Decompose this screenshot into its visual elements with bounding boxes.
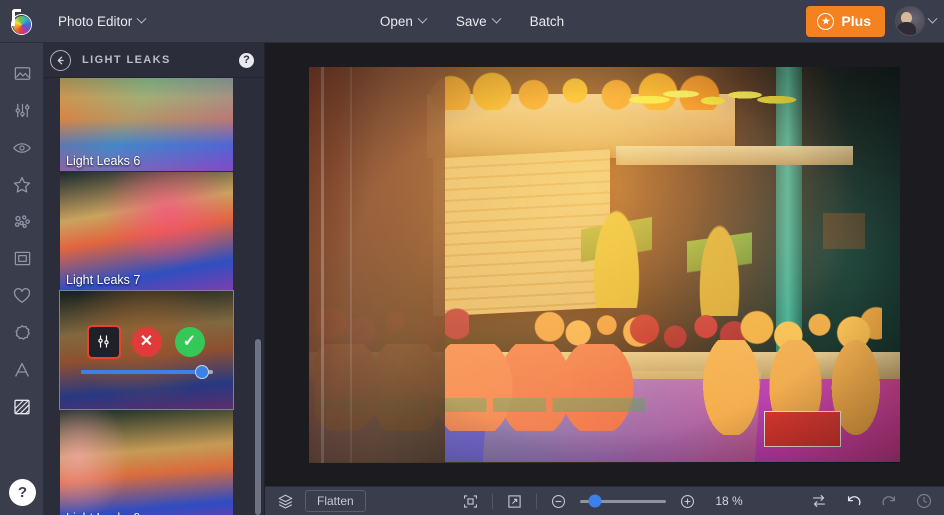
help-button[interactable]: ?: [9, 479, 36, 506]
cancel-effect-button[interactable]: ✕: [131, 326, 162, 357]
sidebar-item-image[interactable]: [0, 55, 44, 92]
star-glyph: ★: [821, 15, 830, 26]
effects-panel: LIGHT LEAKS ? Light Leaks 6 Light Leaks …: [44, 43, 265, 515]
zoom-in-button[interactable]: [677, 491, 698, 512]
plus-label: Plus: [841, 13, 871, 29]
undo-icon[interactable]: [843, 491, 864, 512]
effect-settings-button[interactable]: [86, 324, 121, 359]
thumbnail-preview: [60, 78, 233, 171]
effect-control-row: ✕ ✓: [86, 324, 205, 359]
sidebar-item-frames[interactable]: [0, 240, 44, 277]
zoom-slider[interactable]: [580, 494, 666, 508]
check-icon: ✓: [182, 332, 197, 350]
thumbnail-preview: [60, 410, 233, 515]
panel-scrollbar-track[interactable]: [255, 86, 261, 515]
thumbnail-scroll-area: Light Leaks 6 Light Leaks 7 ✕ ✓: [44, 78, 264, 515]
expand-icon[interactable]: [504, 491, 525, 512]
close-icon: ✕: [139, 332, 154, 350]
flatten-label: Flatten: [317, 494, 354, 508]
canvas-area[interactable]: [265, 43, 944, 486]
photo-vignette: [309, 66, 900, 463]
effect-amount-slider[interactable]: [80, 364, 213, 379]
thumbnail-list: Light Leaks 6 Light Leaks 7 ✕ ✓: [44, 78, 264, 515]
chevron-down-icon: [491, 13, 502, 24]
sidebar-item-textures[interactable]: [0, 388, 44, 425]
sidebar-item-text[interactable]: [0, 351, 44, 388]
top-header-bar: Photo Editor Open Save Batch ★ Plus: [0, 0, 944, 43]
zoom-level-label: 18 %: [715, 494, 743, 508]
panel-help-glyph: ?: [243, 54, 250, 66]
open-label: Open: [379, 13, 413, 29]
effect-amount-knob[interactable]: [194, 364, 209, 379]
app-switcher-label: Photo Editor: [58, 13, 133, 29]
sidebar-item-artsy[interactable]: [0, 203, 44, 240]
account-menu[interactable]: [895, 6, 938, 36]
rail-item-list: [0, 43, 43, 425]
logo-b-hook: [11, 8, 21, 26]
zoom-out-button[interactable]: [548, 491, 569, 512]
plus-upgrade-button[interactable]: ★ Plus: [806, 5, 885, 37]
back-arrow-icon[interactable]: [50, 49, 71, 71]
layers-icon[interactable]: [275, 491, 296, 512]
star-icon: ★: [817, 12, 835, 30]
list-item[interactable]: Light Leaks 7: [60, 172, 233, 290]
compare-icon[interactable]: [808, 491, 829, 512]
befunky-logo[interactable]: [0, 0, 44, 43]
history-clock-icon[interactable]: [913, 491, 934, 512]
toolbar-divider: [492, 493, 493, 509]
effect-controls-overlay: ✕ ✓: [60, 291, 233, 409]
sidebar-item-touchup[interactable]: [0, 129, 44, 166]
panel-header: LIGHT LEAKS ?: [44, 43, 264, 78]
help-glyph: ?: [17, 484, 28, 501]
avatar: [895, 6, 925, 36]
edited-photo[interactable]: [309, 66, 900, 463]
list-item-selected[interactable]: ✕ ✓: [59, 290, 234, 410]
fit-to-screen-icon[interactable]: [460, 491, 481, 512]
batch-button[interactable]: Batch: [517, 8, 578, 35]
thumbnail-preview: [60, 172, 233, 290]
list-item[interactable]: Light Leaks 6: [60, 78, 233, 171]
bottom-left-group: Flatten: [275, 490, 366, 512]
bottom-right-group: [808, 491, 934, 512]
photo-editor-app: Photo Editor Open Save Batch ★ Plus ? LI…: [0, 0, 944, 515]
save-label: Save: [455, 13, 487, 29]
chevron-down-icon: [136, 13, 147, 24]
batch-label: Batch: [529, 13, 565, 29]
sidebar-item-overlays[interactable]: [0, 277, 44, 314]
zoom-slider-knob[interactable]: [588, 494, 602, 508]
apply-effect-button[interactable]: ✓: [174, 326, 205, 357]
flatten-button[interactable]: Flatten: [305, 490, 366, 512]
redo-icon[interactable]: [878, 491, 899, 512]
chevron-down-icon: [417, 13, 428, 24]
tool-rail: ?: [0, 43, 44, 515]
save-button[interactable]: Save: [443, 8, 513, 35]
chevron-down-icon: [927, 13, 938, 24]
sidebar-item-effects[interactable]: [0, 166, 44, 203]
panel-title: LIGHT LEAKS: [82, 54, 171, 66]
open-button[interactable]: Open: [367, 8, 439, 35]
sidebar-item-graphics[interactable]: [0, 314, 44, 351]
sidebar-item-edit[interactable]: [0, 92, 44, 129]
effect-amount-fill: [80, 369, 202, 374]
panel-scrollbar-thumb[interactable]: [255, 339, 261, 515]
panel-help-icon[interactable]: ?: [239, 52, 254, 68]
app-switcher-menu[interactable]: Photo Editor: [48, 9, 155, 34]
header-right-actions: ★ Plus: [806, 5, 938, 37]
toolbar-divider: [536, 493, 537, 509]
list-item[interactable]: Light Leaks 9: [60, 410, 233, 515]
bottom-toolbar: Flatten 18 %: [265, 486, 944, 515]
